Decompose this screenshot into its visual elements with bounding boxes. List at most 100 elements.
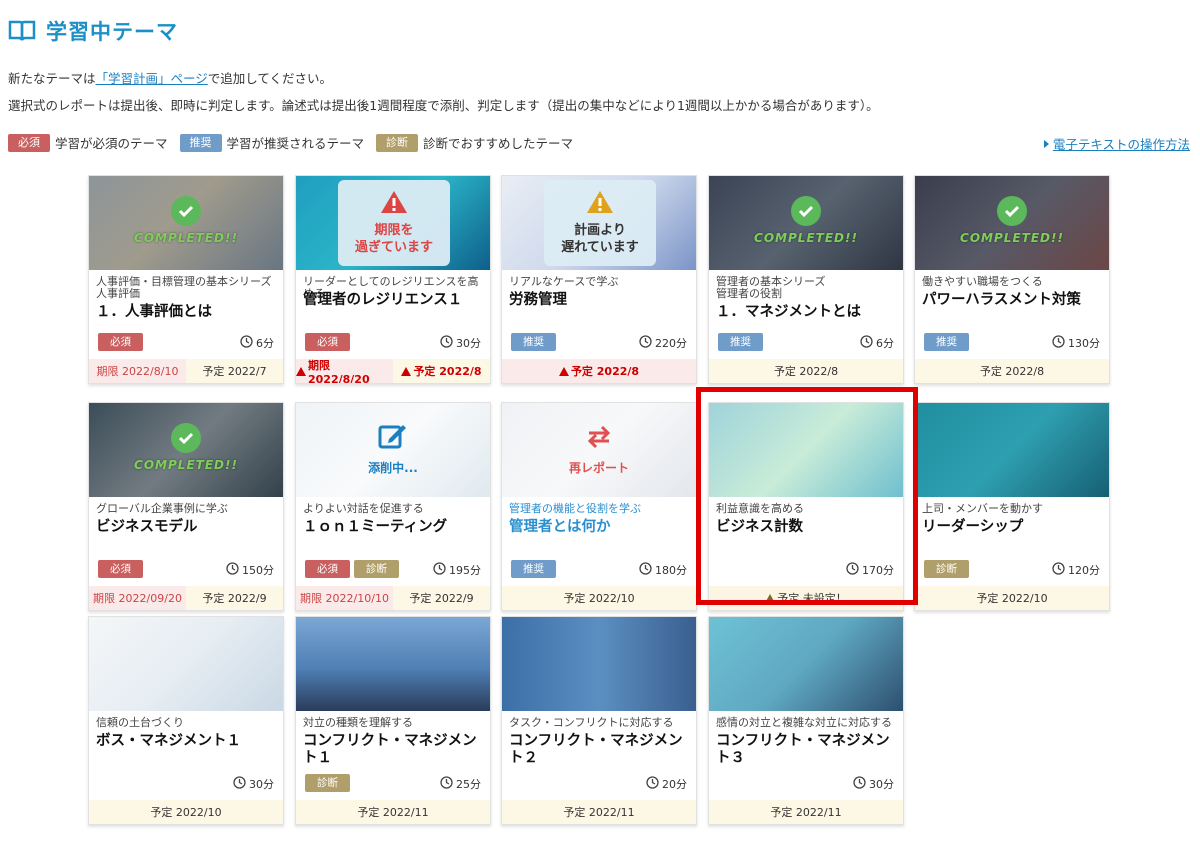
footer-text: 予定 2022/11 [770, 806, 842, 819]
study-plan-link[interactable]: 「学習計画」ページ [96, 71, 208, 86]
card-thumbnail[interactable] [709, 617, 903, 711]
card-subtitle: 信頼の土台づくり [96, 716, 184, 729]
theme-card[interactable]: COMPLETED!! グローバル企業事例に学ぶ ビジネスモデル 必須 150分 期限 2… [88, 402, 284, 611]
footer-text: 予定 2022/8 [979, 365, 1045, 378]
card-duration: 30分 [233, 776, 274, 792]
card-thumbnail[interactable]: COMPLETED!! [709, 176, 903, 270]
card-thumbnail[interactable] [296, 617, 490, 711]
card-footer: 予定 2022/10 [502, 586, 696, 610]
card-title[interactable]: ボス・マネジメント１ [96, 733, 281, 750]
footer-text: 予定 2022/7 [202, 365, 267, 378]
completed-label: COMPLETED!! [754, 231, 858, 245]
card-badges: 推奨 [924, 333, 969, 351]
required-badge: 必須 [305, 333, 350, 351]
theme-card[interactable]: 信頼の土台づくり ボス・マネジメント１ 30分 予定 2022/10 [88, 616, 284, 825]
card-duration: 30分 [853, 776, 894, 792]
deadline-label: 期限 2022/8/10 [89, 359, 186, 383]
card-thumbnail[interactable]: 期限を 過ぎています [296, 176, 490, 270]
footer-text: 期限 2022/09/20 [93, 592, 182, 605]
theme-card[interactable]: 上司・メンバーを動かす リーダーシップ 診断 120分 予定 2022/10 [914, 402, 1110, 611]
card-title[interactable]: １．人事評価とは [96, 304, 281, 321]
card-thumbnail[interactable] [502, 617, 696, 711]
card-thumbnail[interactable]: 添削中... [296, 403, 490, 497]
card-duration: 30分 [440, 335, 481, 351]
legend-recommended: 推奨 学習が推奨されるテーマ [179, 133, 364, 152]
card-title[interactable]: パワーハラスメント対策 [922, 292, 1107, 309]
card-thumbnail[interactable] [915, 403, 1109, 497]
completed-status: COMPLETED!! [915, 196, 1109, 245]
schedule-label: 予定 2022/8 [502, 359, 696, 383]
theme-card[interactable]: COMPLETED!! 人事評価・目標管理の基本シリーズ 人事評価 １．人事評価とは… [88, 175, 284, 384]
clock-icon [639, 562, 652, 578]
card-subtitle: 感情の対立と複雑な対立に対応する [716, 716, 892, 729]
theme-card[interactable]: 対立の種類を理解する コンフリクト・マネジメント１ 診断 25分 予定 2022/11 [295, 616, 491, 825]
schedule-label: 予定 2022/11 [296, 800, 490, 824]
recommended-badge: 推奨 [718, 333, 763, 351]
card-title[interactable]: コンフリクト・マネジメント３ [716, 733, 901, 767]
card-title[interactable]: 管理者のレジリエンス１ [303, 292, 488, 309]
card-thumbnail[interactable] [89, 617, 283, 711]
card-title[interactable]: リーダーシップ [922, 519, 1107, 536]
footer-text: 予定 2022/8 [413, 365, 482, 378]
duration-text: 150分 [242, 564, 274, 577]
clock-icon [233, 776, 246, 792]
card-thumbnail[interactable]: COMPLETED!! [915, 176, 1109, 270]
card-subtitle: 管理者の基本シリーズ 管理者の役割 [716, 275, 826, 300]
warning-icon [296, 366, 306, 376]
card-thumbnail[interactable]: 計画より 遅れています [502, 176, 696, 270]
check-circle-icon [791, 196, 821, 226]
schedule-label: 予定 2022/10 [915, 586, 1109, 610]
card-duration: 25分 [440, 776, 481, 792]
card-title[interactable]: 管理者とは何か [509, 519, 694, 536]
card-title[interactable]: ビジネスモデル [96, 519, 281, 536]
notice-line-1: 期限を [374, 223, 414, 238]
card-thumbnail[interactable]: COMPLETED!! [89, 176, 283, 270]
completed-label: COMPLETED!! [134, 458, 238, 472]
completed-status: COMPLETED!! [89, 196, 283, 245]
theme-card[interactable]: 計画より 遅れています リアルなケースで学ぶ 労務管理 推奨 220分 予定 2022/8 [501, 175, 697, 384]
card-footer: 予定 2022/11 [709, 800, 903, 824]
check-circle-icon [171, 423, 201, 453]
recommended-badge: 推奨 [179, 133, 222, 152]
warning-icon [338, 190, 450, 218]
card-duration: 120分 [1052, 562, 1100, 578]
theme-card[interactable]: 添削中... よりよい対話を促進する １ｏｎ１ミーティング 必須 診断 195分 期限 20… [295, 402, 491, 611]
card-subtitle: タスク・コンフリクトに対応する [509, 716, 674, 729]
card-badges: 診断 [924, 560, 969, 578]
schedule-label: 予定 2022/8 [709, 359, 903, 383]
warning-icon [544, 190, 656, 218]
duration-text: 120分 [1068, 564, 1100, 577]
clock-icon [646, 776, 659, 792]
check-circle-icon [171, 196, 201, 226]
refresh-icon [502, 421, 696, 455]
theme-card[interactable]: タスク・コンフリクトに対応する コンフリクト・マネジメント２ 20分 予定 2022/… [501, 616, 697, 825]
clock-icon [240, 335, 253, 351]
footer-text: 予定 2022/9 [202, 592, 267, 605]
card-subtitle: グローバル企業事例に学ぶ [96, 502, 228, 515]
late-notice: 計画より 遅れています [544, 180, 656, 266]
required-badge: 必須 [8, 133, 50, 152]
theme-card[interactable]: 再レポート 管理者の機能と役割を学ぶ 管理者とは何か 推奨 180分 予定 2022/10 [501, 402, 697, 611]
theme-card[interactable]: 期限を 過ぎています リーダーとしてのレジリエンスを高める 管理者のレジリエンス１ 必須… [295, 175, 491, 384]
card-title[interactable]: コンフリクト・マネジメント１ [303, 733, 488, 767]
diagnosis-badge: 診断 [376, 133, 419, 152]
schedule-label: 予定 2022/8 [915, 359, 1109, 383]
card-title[interactable]: 労務管理 [509, 292, 694, 309]
card-thumbnail[interactable]: 再レポート [502, 403, 696, 497]
theme-card[interactable]: COMPLETED!! 管理者の基本シリーズ 管理者の役割 １．マネジメントとは 推奨… [708, 175, 904, 384]
clock-icon [1052, 562, 1065, 578]
footer-text: 期限 2022/8/20 [308, 358, 370, 384]
card-thumbnail[interactable]: COMPLETED!! [89, 403, 283, 497]
duration-text: 195分 [449, 564, 481, 577]
duration-text: 30分 [249, 778, 274, 791]
page-header: 学習中テーマ [8, 16, 178, 46]
card-title[interactable]: １．マネジメントとは [716, 304, 901, 321]
theme-card[interactable]: COMPLETED!! 働きやすい職場をつくる パワーハラスメント対策 推奨 130分予… [914, 175, 1110, 384]
theme-card[interactable]: 感情の対立と複雑な対立に対応するコンフリクト・マネジメント３ 30分予定 2022… [708, 616, 904, 825]
clock-icon [440, 776, 453, 792]
card-title[interactable]: コンフリクト・マネジメント２ [509, 733, 694, 767]
deadline-label: 期限 2022/09/20 [89, 586, 186, 610]
card-title[interactable]: １ｏｎ１ミーティング [303, 519, 488, 536]
manual-link[interactable]: 電子テキストの操作方法 [1043, 134, 1190, 153]
recommended-badge: 推奨 [511, 560, 556, 578]
